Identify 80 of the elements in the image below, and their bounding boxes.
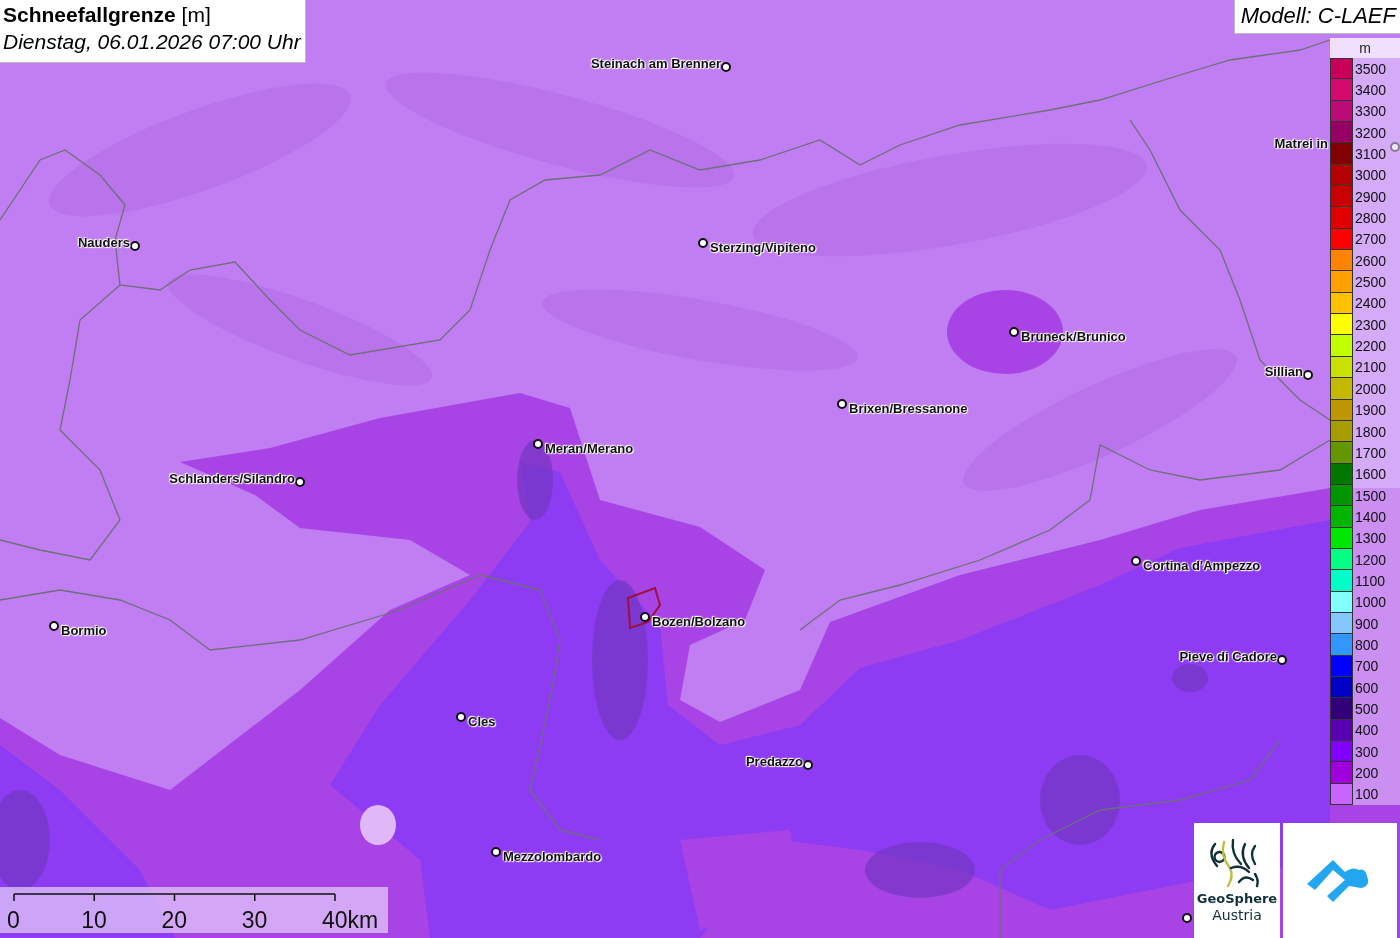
town-marker [49, 621, 59, 631]
town-marker [491, 847, 501, 857]
place-label: Bozen/Bolzano [652, 614, 746, 629]
legend-value: 2900 [1355, 188, 1387, 205]
place-label: Meran/Merano [545, 441, 634, 456]
legend-value: 1500 [1355, 487, 1387, 504]
scale-label: 10 [81, 907, 107, 934]
legend-value: 200 [1355, 765, 1379, 781]
place-label: Cles [468, 714, 496, 729]
place-label: Sterzing/Vipiteno [710, 240, 816, 255]
legend-value: 2200 [1355, 338, 1387, 355]
town-marker [1277, 655, 1287, 665]
legend-value: 2300 [1355, 316, 1387, 333]
place-label: Matrei in [1274, 136, 1328, 151]
legend-value: 3500 [1355, 60, 1387, 77]
legend-value: 1700 [1355, 444, 1387, 461]
place-label: Brixen/Bressanone [849, 401, 968, 416]
legend-value: 3100 [1355, 146, 1387, 163]
legend-value: 400 [1355, 722, 1379, 739]
legend-value: 2700 [1355, 231, 1387, 248]
place-label: Predazzo [745, 754, 803, 769]
legend-value: 3400 [1355, 82, 1387, 98]
logo-text: GeoSphere [1196, 889, 1278, 907]
town-marker [698, 238, 708, 248]
legend-value: 3000 [1355, 167, 1387, 184]
town-marker [1182, 913, 1192, 923]
scale-label: 30 [241, 907, 268, 934]
legend-value: 2000 [1355, 380, 1387, 397]
scale-label: 0 [7, 907, 20, 934]
legend-value: 1300 [1355, 530, 1387, 547]
place-label: Nauders [77, 235, 130, 250]
legend-unit: m [1330, 38, 1400, 58]
town-marker [456, 712, 466, 722]
place-label: Mezzolombardo [503, 849, 602, 864]
legend-value: 900 [1355, 615, 1379, 632]
legend-value: 2800 [1355, 210, 1387, 227]
map-title: Schneefallgrenze [m] [3, 2, 212, 28]
town-marker [1390, 142, 1400, 152]
legend-value: 600 [1355, 679, 1379, 696]
legend-value: 1900 [1355, 402, 1387, 419]
logo-text: Austria [1212, 906, 1262, 924]
legend-value: 1400 [1355, 508, 1387, 525]
legend-value: 1100 [1355, 572, 1386, 589]
town-marker [803, 760, 813, 770]
legend-value: 3300 [1355, 103, 1387, 120]
legend-value: 800 [1355, 636, 1379, 653]
legend-value: 2100 [1355, 359, 1387, 376]
town-marker [130, 241, 140, 251]
forecast-time: Dienstag, 06.01.2026 07:00 Uhr [3, 29, 301, 55]
legend-value: 2500 [1355, 274, 1387, 291]
legend-value: 2600 [1355, 252, 1387, 269]
place-label: Schlanders/Silandro [169, 471, 295, 486]
legend-value: 1000 [1355, 594, 1387, 611]
scale-label: 40km [322, 907, 379, 934]
place-label: Sillian [1264, 364, 1303, 379]
town-marker [640, 612, 650, 622]
place-label: Bormio [61, 623, 107, 638]
legend-value: 100 [1355, 786, 1379, 803]
legend-value: 1800 [1355, 423, 1387, 440]
place-label: Pieve di Cadore [1179, 649, 1277, 664]
town-marker [837, 399, 847, 409]
town-marker [721, 62, 731, 72]
map-drawing[interactable] [0, 0, 1400, 938]
place-label: Bruneck/Brunico [1021, 329, 1126, 344]
town-marker [1303, 370, 1313, 380]
legend-value: 2400 [1355, 295, 1387, 312]
scale-label: 20 [161, 907, 188, 934]
legend-value: 500 [1355, 701, 1379, 717]
legend-value: 3200 [1355, 124, 1387, 141]
town-marker [295, 477, 305, 487]
town-marker [1131, 556, 1141, 566]
legend-value: 300 [1355, 743, 1379, 760]
model-label: Modell: C-LAEF [1233, 0, 1400, 34]
place-label: Cortina d'Ampezzo [1143, 558, 1261, 573]
legend-value: 1600 [1355, 466, 1387, 483]
legend-value: 1200 [1355, 551, 1387, 568]
town-marker [533, 439, 543, 449]
town-marker [1009, 327, 1019, 337]
place-label: Steinach am Brenner [590, 56, 721, 71]
legend-value: 700 [1355, 658, 1379, 675]
